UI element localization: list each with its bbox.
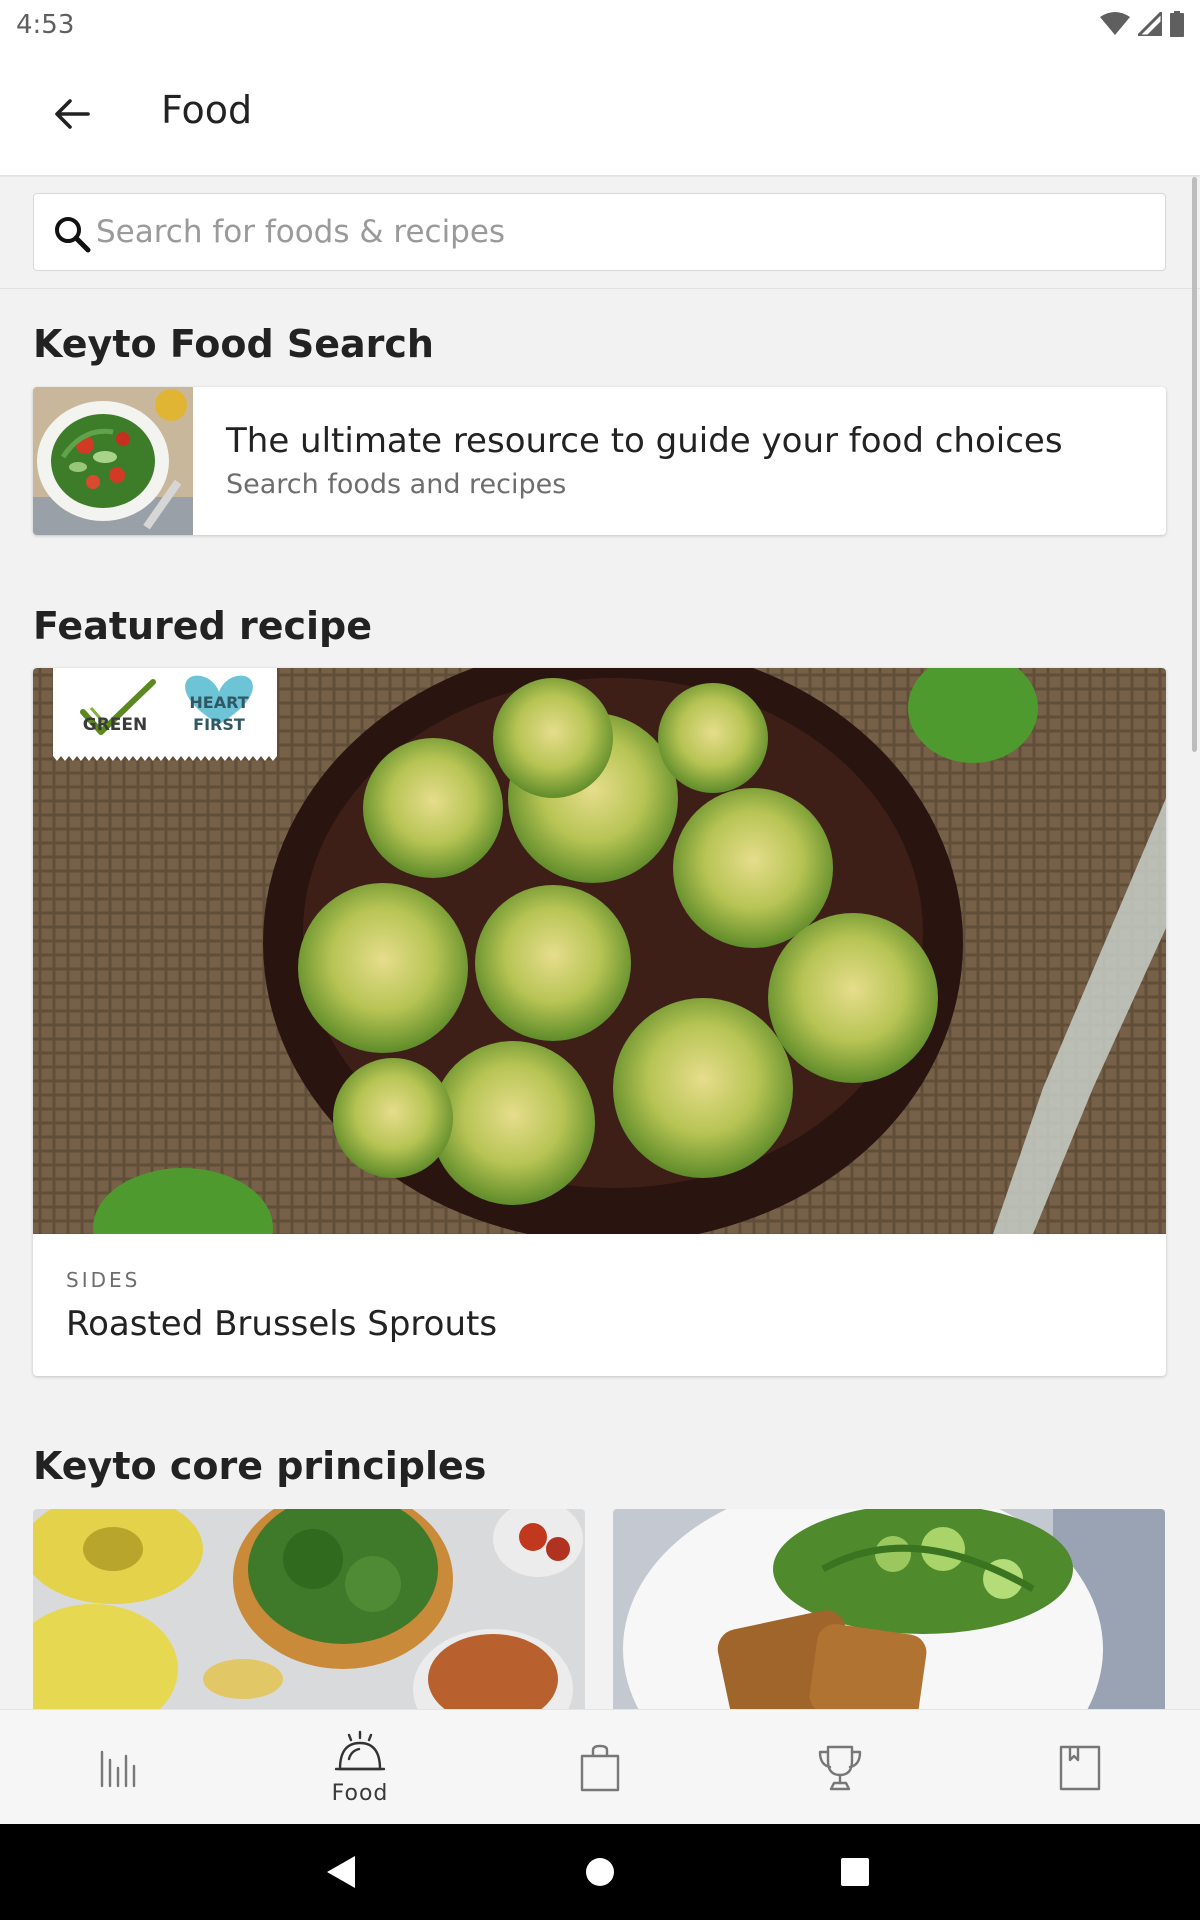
battery-icon (1170, 11, 1184, 37)
healthy-fats-image (33, 1509, 585, 1709)
system-navigation-bar (0, 1824, 1200, 1920)
svg-text:HEART: HEART (189, 693, 248, 712)
status-bar: 4:53 (0, 0, 1200, 50)
featured-recipe-card[interactable]: GREEN HEART FIRST SIDES Roasted Brussels… (33, 668, 1166, 1376)
nav-item-progress[interactable] (0, 1710, 240, 1825)
section-title-featured-recipe: Featured recipe (33, 604, 373, 648)
salmon-salad-image (613, 1509, 1165, 1709)
recipe-name: Roasted Brussels Sprouts (66, 1304, 498, 1344)
page-title: Food (161, 88, 253, 132)
search-input[interactable] (96, 204, 1136, 260)
system-recents-button[interactable] (823, 1840, 887, 1904)
system-back-button[interactable] (310, 1840, 374, 1904)
nav-item-shop[interactable] (480, 1710, 720, 1825)
section-title-core-principles: Keyto core principles (33, 1444, 487, 1488)
scrollbar[interactable] (1192, 177, 1197, 752)
principle-card[interactable] (33, 1509, 585, 1709)
home-circle-icon (586, 1858, 614, 1886)
search-box[interactable] (33, 193, 1166, 271)
app-bar: Food (0, 50, 1200, 176)
salad-bowl-image (33, 387, 193, 535)
arrow-back-icon (55, 99, 90, 129)
food-search-subtitle: Search foods and recipes (226, 469, 567, 500)
back-button[interactable] (40, 82, 104, 146)
recipe-category: SIDES (66, 1268, 141, 1292)
nav-label-food: Food (331, 1781, 389, 1806)
section-title-food-search: Keyto Food Search (33, 322, 434, 366)
back-triangle-icon (327, 1856, 355, 1888)
badges-art: GREEN HEART FIRST (80, 675, 253, 735)
bottom-navigation: Food (0, 1709, 1200, 1824)
nav-item-achievements[interactable] (720, 1710, 960, 1825)
badge-green-label: GREEN (83, 715, 148, 735)
principle-card[interactable] (613, 1509, 1165, 1709)
food-search-headline: The ultimate resource to guide your food… (226, 421, 1063, 461)
shopping-bag-icon (580, 1744, 620, 1791)
wifi-icon (1100, 12, 1130, 35)
bookmark-icon (1059, 1745, 1101, 1790)
cell-signal-icon (1138, 12, 1162, 36)
nav-item-food[interactable]: Food (240, 1710, 480, 1825)
recents-square-icon (841, 1858, 869, 1886)
badge-zigzag-edge (53, 754, 277, 761)
search-icon (55, 217, 91, 253)
diet-badges: GREEN HEART FIRST (53, 668, 277, 756)
cloche-icon (335, 1730, 385, 1771)
trophy-icon (818, 1745, 862, 1790)
status-time: 4:53 (16, 10, 75, 40)
progress-bars-icon (100, 1750, 136, 1787)
food-search-card[interactable]: The ultimate resource to guide your food… (33, 387, 1166, 535)
status-icons (1100, 10, 1184, 38)
system-home-button[interactable] (568, 1840, 632, 1904)
svg-text:FIRST: FIRST (193, 715, 245, 734)
nav-item-saved[interactable] (960, 1710, 1200, 1825)
search-area (0, 177, 1200, 289)
